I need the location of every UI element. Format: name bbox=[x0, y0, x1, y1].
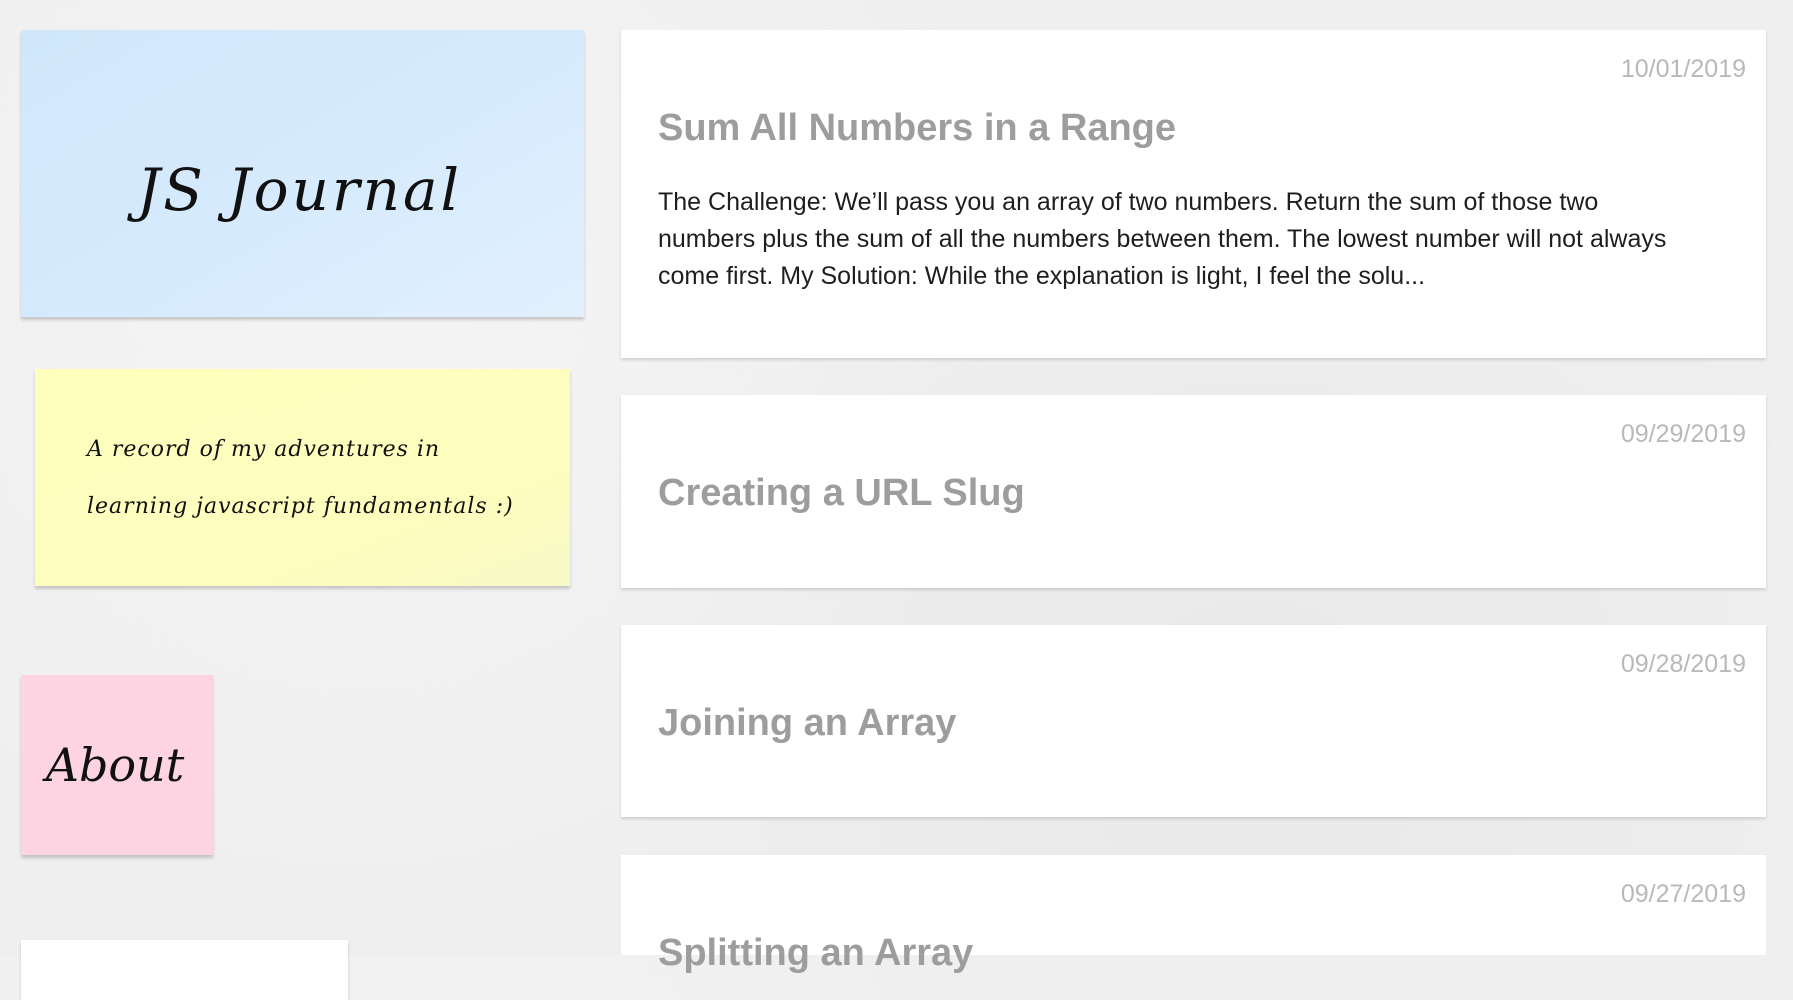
post-title[interactable]: Sum All Numbers in a Range bbox=[658, 107, 1176, 150]
site-description-line-1: A record of my adventures in bbox=[87, 436, 441, 462]
post-card[interactable]: 09/27/2019 Splitting an Array bbox=[621, 855, 1766, 974]
site-title: JS Journal bbox=[136, 155, 463, 224]
site-description-line-2: learning javascript fundamentals :) bbox=[87, 493, 514, 519]
post-title[interactable]: Creating a URL Slug bbox=[658, 472, 1025, 515]
post-card[interactable]: 10/01/2019 Sum All Numbers in a Range Th… bbox=[621, 30, 1766, 358]
about-link-label: About bbox=[45, 738, 185, 792]
site-description-note: A record of my adventures in learning ja… bbox=[35, 369, 570, 586]
post-title[interactable]: Joining an Array bbox=[658, 702, 956, 745]
about-link-note[interactable]: About bbox=[21, 675, 213, 855]
post-excerpt: The Challenge: We’ll pass you an array o… bbox=[658, 188, 1667, 290]
post-title[interactable]: Splitting an Array bbox=[658, 932, 973, 975]
post-date: 09/28/2019 bbox=[1620, 650, 1746, 678]
site-title-note[interactable]: JS Journal bbox=[21, 30, 584, 317]
post-card[interactable]: 09/29/2019 Creating a URL Slug bbox=[621, 395, 1766, 588]
blank-note bbox=[21, 940, 348, 1000]
post-card[interactable]: 09/28/2019 Joining an Array bbox=[621, 625, 1766, 817]
post-date: 10/01/2019 bbox=[1620, 55, 1746, 83]
post-date: 09/29/2019 bbox=[1620, 420, 1746, 448]
post-date: 09/27/2019 bbox=[1620, 880, 1746, 908]
site-description: A record of my adventures in learning ja… bbox=[87, 421, 514, 535]
